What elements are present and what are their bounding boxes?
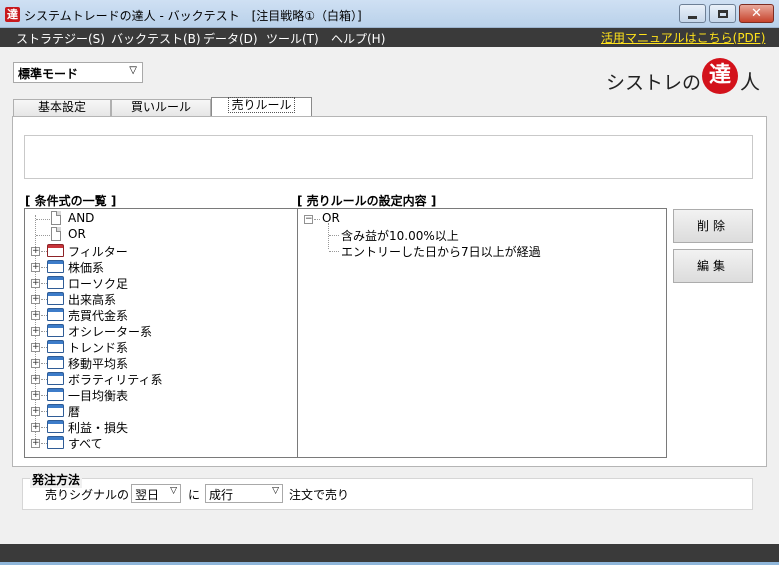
window-title: システムトレードの達人 - バックテスト [注目戦略①（白箱）] <box>24 9 362 23</box>
expand-icon[interactable]: + <box>31 327 40 336</box>
delete-button[interactable]: 削除 <box>673 209 753 243</box>
order-type-select[interactable]: 成行 ▽ <box>205 484 283 503</box>
book-icon <box>47 356 64 369</box>
menu-backtest[interactable]: バックテスト(B) <box>111 30 201 47</box>
tab-label: 買いルール <box>130 100 191 114</box>
tree-item-label: 株価系 <box>68 261 105 275</box>
order-suffix-label: 注文で売り <box>289 488 350 502</box>
minimize-button[interactable] <box>679 4 706 23</box>
edit-button[interactable]: 編集 <box>673 249 753 283</box>
brand-prefix: シストレの <box>606 72 702 94</box>
book-icon <box>47 308 64 321</box>
book-icon <box>47 292 64 305</box>
menu-data[interactable]: データ(D) <box>203 30 258 47</box>
expand-icon[interactable]: + <box>31 391 40 400</box>
tab-sell-rule[interactable]: 売りルール <box>211 97 312 116</box>
tree-item-label: オシレーター系 <box>68 325 153 339</box>
close-icon: ✕ <box>751 6 762 21</box>
book-icon <box>47 324 64 337</box>
tree-item-label: すべて <box>68 437 103 451</box>
brand-seal: 達 <box>702 58 738 94</box>
page-icon <box>51 227 61 241</box>
condition-list-header: [ 条件式の一覧 ] <box>25 194 117 208</box>
expand-icon[interactable]: + <box>31 311 40 320</box>
order-method-title: 発注方法 <box>30 471 83 488</box>
app-logo-icon: 達 <box>5 7 20 22</box>
tab-buy-rule[interactable]: 買いルール <box>111 99 211 116</box>
order-prefix-label: 売りシグナルの <box>45 488 130 502</box>
tree-item-label: 暦 <box>68 405 81 419</box>
chevron-down-icon: ▽ <box>129 65 137 76</box>
maximize-icon <box>717 9 728 18</box>
expand-icon[interactable]: + <box>31 295 40 304</box>
expand-icon[interactable]: + <box>31 279 40 288</box>
sell-rule-panel: [ 条件式の一覧 ] [ 売りルールの設定内容 ] AND OR + フィルター <box>12 116 767 467</box>
expand-icon[interactable]: + <box>31 343 40 352</box>
expand-icon[interactable]: + <box>31 407 40 416</box>
rule-node-label: OR <box>322 211 340 225</box>
expand-icon[interactable]: + <box>31 375 40 384</box>
red-book-icon <box>47 244 64 257</box>
menu-strategy[interactable]: ストラテジー(S) <box>16 30 105 47</box>
expand-icon[interactable]: + <box>31 263 40 272</box>
book-icon <box>47 436 64 449</box>
tree-item-label: 出来高系 <box>68 293 117 307</box>
order-timing-value: 翌日 <box>135 488 160 502</box>
chevron-down-icon: ▽ <box>170 486 177 496</box>
book-icon <box>47 260 64 273</box>
tree-item-label: トレンド系 <box>68 341 129 355</box>
tree-item-label: 売買代金系 <box>68 309 129 323</box>
tab-label: 基本設定 <box>37 100 86 114</box>
close-button[interactable]: ✕ <box>739 4 774 23</box>
order-connector-label: に <box>188 488 201 502</box>
tree-item-label: ボラティリティ系 <box>68 373 163 387</box>
book-icon <box>47 372 64 385</box>
order-type-value: 成行 <box>209 488 234 502</box>
maximize-button[interactable] <box>709 4 736 23</box>
collapse-icon[interactable]: − <box>304 215 313 224</box>
mode-select-value: 標準モード <box>18 67 79 81</box>
mode-select[interactable]: 標準モード ▽ <box>13 62 143 83</box>
menu-help[interactable]: ヘルプ(H) <box>331 30 385 47</box>
menu-tools[interactable]: ツール(T) <box>266 30 319 47</box>
manual-pdf-link[interactable]: 活用マニュアルはこちら(PDF) <box>601 29 765 46</box>
rule-description-box[interactable] <box>24 135 753 179</box>
tree-item-label: 一目均衡表 <box>68 389 129 403</box>
title-bar: 達 システムトレードの達人 - バックテスト [注目戦略①（白箱）] ✕ <box>0 0 779 28</box>
book-icon <box>47 388 64 401</box>
expand-icon[interactable]: + <box>31 439 40 448</box>
chevron-down-icon: ▽ <box>272 486 279 496</box>
book-icon <box>47 420 64 433</box>
order-method-group: 売りシグナルの 翌日 ▽ に 成行 ▽ 注文で売り <box>22 478 753 510</box>
tree-item-label: 移動平均系 <box>68 357 129 371</box>
page-icon <box>51 211 61 225</box>
book-icon <box>47 404 64 417</box>
rule-condition-label: 含み益が10.00%以上 <box>341 229 459 243</box>
tree-item-label: ローソク足 <box>68 277 129 291</box>
rule-condition-label: エントリーした日から7日以上が経過 <box>341 245 541 259</box>
tree-item-label: 利益・損失 <box>68 421 129 435</box>
expand-icon[interactable]: + <box>31 423 40 432</box>
tab-basic-settings[interactable]: 基本設定 <box>13 99 111 116</box>
brand-suffix: 人 <box>740 70 760 94</box>
expand-icon[interactable]: + <box>31 247 40 256</box>
tree-item-label: OR <box>68 227 86 241</box>
sell-rule-tree[interactable]: − OR 含み益が10.00%以上 エントリーした日から7日以上が経過 <box>297 208 667 458</box>
tab-label: 売りルール <box>228 97 295 113</box>
menu-bar: ストラテジー(S) バックテスト(B) データ(D) ツール(T) ヘルプ(H)… <box>0 28 779 47</box>
minimize-icon <box>688 16 697 19</box>
tree-item-label: フィルター <box>68 245 128 259</box>
order-timing-select[interactable]: 翌日 ▽ <box>131 484 181 503</box>
book-icon <box>47 276 64 289</box>
brand-logo: シストレの 達 人 <box>606 58 766 94</box>
tree-item-label: AND <box>68 211 95 225</box>
condition-tree[interactable]: AND OR + フィルター + 株価系 + ローソク足 + 出来高系 + 売買… <box>24 208 299 458</box>
book-icon <box>47 340 64 353</box>
sell-rule-content-header: [ 売りルールの設定内容 ] <box>297 194 437 208</box>
expand-icon[interactable]: + <box>31 359 40 368</box>
app-window: 達 システムトレードの達人 - バックテスト [注目戦略①（白箱）] ✕ ストラ… <box>0 0 779 565</box>
